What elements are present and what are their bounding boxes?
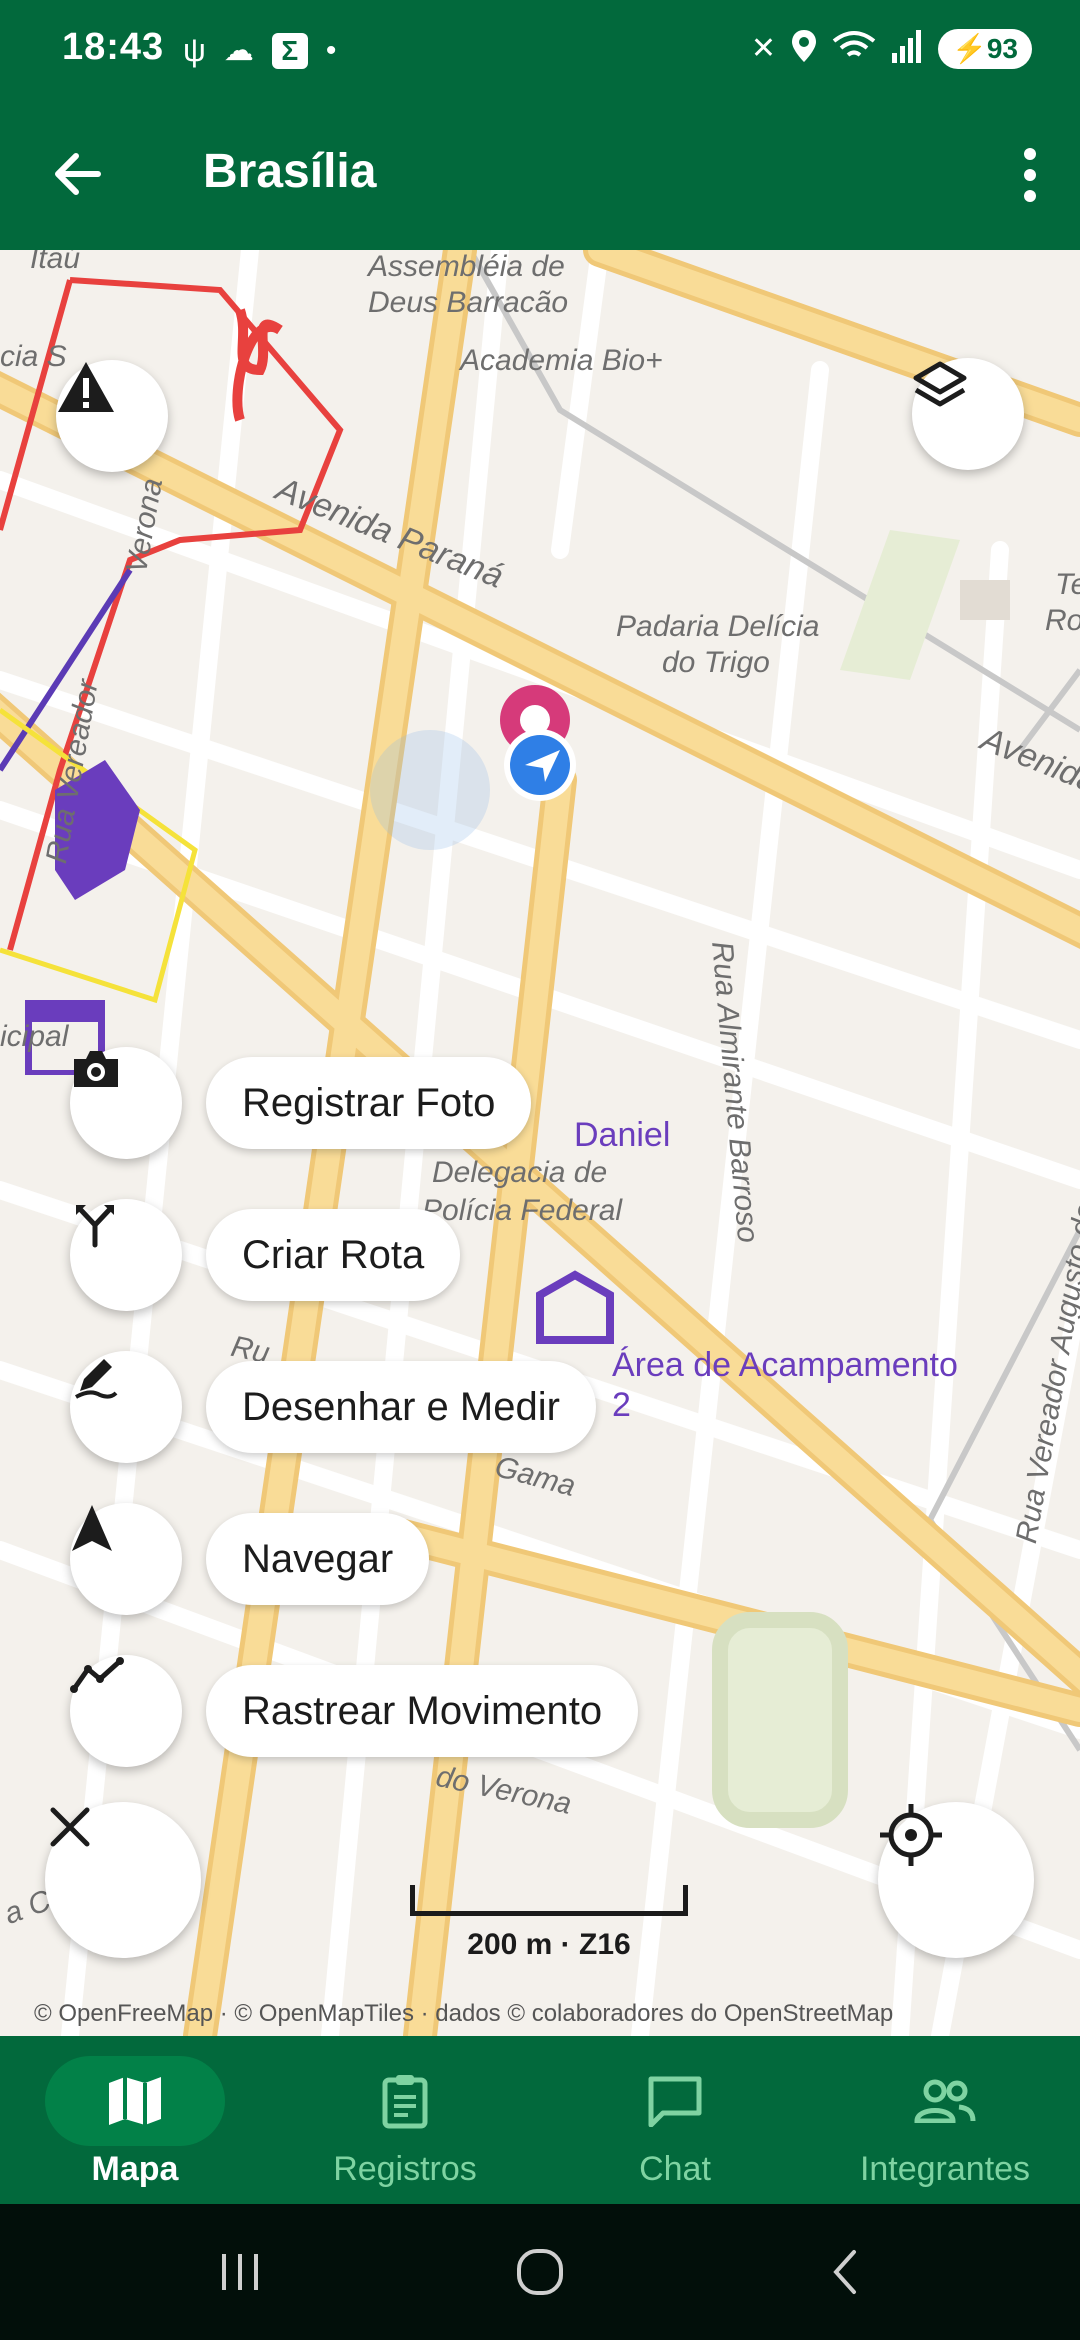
back-button[interactable] xyxy=(48,144,108,204)
nav-item-chat[interactable]: Chat xyxy=(540,2036,810,2204)
page-title: Brasília xyxy=(203,145,377,198)
status-bar: 18:43 ψ ☁ Σ • ✕ ⚡ 93 xyxy=(0,0,1080,100)
app-bar: Brasília xyxy=(0,100,1080,250)
arrow-left-icon xyxy=(55,153,101,195)
nav-item-mapa[interactable]: Mapa xyxy=(0,2036,270,2204)
nav-label-chat: Chat xyxy=(639,2150,711,2188)
system-back-button[interactable] xyxy=(816,2242,876,2302)
more-options-button[interactable] xyxy=(1000,140,1060,210)
track-line-icon[interactable] xyxy=(70,1655,182,1767)
nav-item-integrantes[interactable]: Integrantes xyxy=(810,2036,1080,2204)
nav-label-integrantes: Integrantes xyxy=(859,2150,1031,2188)
people-icon xyxy=(855,2056,1035,2146)
battery-level: 93 xyxy=(986,32,1018,64)
nav-item-registros[interactable]: Registros xyxy=(270,2036,540,2204)
rastrear-movimento-label[interactable]: Rastrear Movimento xyxy=(206,1665,639,1757)
map-label-assembleia: Assembléia de xyxy=(368,250,565,283)
menu-rastrear-movimento[interactable]: Rastrear Movimento xyxy=(70,1655,639,1767)
map-label-itau: Itaú xyxy=(30,250,81,275)
poi-label-area-acampamento-2[interactable]: 2 xyxy=(612,1386,631,1425)
desenhar-medir-label[interactable]: Desenhar e Medir xyxy=(206,1361,596,1453)
scale-label: 200 m · Z16 xyxy=(467,1928,631,1961)
draw-measure-icon[interactable] xyxy=(70,1351,182,1463)
status-system-icons: ✕ ⚡ 93 xyxy=(751,28,1032,69)
bottom-navigation: Mapa Registros Chat Integrantes xyxy=(0,2036,1080,2204)
menu-criar-rota[interactable]: Criar Rota xyxy=(70,1199,461,1311)
status-notification-icons: ψ ☁ Σ • xyxy=(183,32,336,69)
location-icon xyxy=(790,28,818,69)
vibrate-mute-icon: ✕ xyxy=(750,32,776,65)
map-label-te: Te xyxy=(1055,568,1080,601)
my-location-button[interactable] xyxy=(878,1802,1034,1958)
layers-icon xyxy=(913,361,967,407)
usb-icon: ψ xyxy=(183,32,206,68)
map-icon xyxy=(45,2056,225,2146)
map-attribution[interactable]: © OpenFreeMap · © OpenMapTiles · dados ©… xyxy=(34,2000,893,2028)
poi-label-daniel[interactable]: Daniel xyxy=(574,1116,670,1155)
menu-registrar-foto[interactable]: Registrar Foto xyxy=(70,1047,532,1159)
menu-navegar[interactable]: Navegar xyxy=(70,1503,430,1615)
status-time: 18:43 xyxy=(62,26,165,68)
signal-icon xyxy=(890,29,924,68)
wifi-icon xyxy=(832,29,876,68)
map-label-do-trigo: do Trigo xyxy=(662,646,770,679)
warning-icon xyxy=(58,362,114,412)
navegar-label[interactable]: Navegar xyxy=(206,1513,430,1605)
recent-apps-button[interactable] xyxy=(210,2242,270,2302)
criar-rota-label[interactable]: Criar Rota xyxy=(206,1209,461,1301)
chat-icon xyxy=(585,2056,765,2146)
dot-icon: • xyxy=(325,33,337,67)
scale-bar xyxy=(410,1885,688,1916)
more-vertical-icon xyxy=(1024,148,1036,202)
map-view[interactable]: Itaú Assembléia de Deus Barracão Academi… xyxy=(0,250,1080,2036)
clipboard-icon xyxy=(315,2056,495,2146)
chevron-left-icon xyxy=(833,2250,856,2294)
map-label-ro: Ro xyxy=(1045,604,1080,637)
crosshair-icon xyxy=(880,1804,942,1866)
home-button[interactable] xyxy=(510,2242,570,2302)
map-label-academia: Academia Bio+ xyxy=(460,344,663,377)
registrar-foto-label[interactable]: Registrar Foto xyxy=(206,1057,532,1149)
weather-icon: ☁ xyxy=(223,34,254,67)
home-icon xyxy=(517,2249,563,2295)
menu-desenhar-medir[interactable]: Desenhar e Medir xyxy=(70,1351,596,1463)
recents-icon xyxy=(222,2254,258,2290)
close-icon xyxy=(50,1807,90,1847)
nav-label-mapa: Mapa xyxy=(91,2150,179,2188)
poi-label-area-acampamento[interactable]: Área de Acampamento xyxy=(612,1346,958,1385)
navigation-arrow-icon[interactable] xyxy=(70,1503,182,1615)
route-split-icon[interactable] xyxy=(70,1199,182,1311)
close-menu-button[interactable] xyxy=(45,1802,201,1958)
map-label-deus-barracao: Deus Barracão xyxy=(368,286,569,319)
battery-indicator: ⚡ 93 xyxy=(937,28,1032,69)
layers-button[interactable] xyxy=(912,358,1024,470)
camera-icon[interactable] xyxy=(70,1047,182,1159)
alert-button[interactable] xyxy=(56,360,168,472)
sigma-app-icon: Σ xyxy=(271,32,308,69)
system-navigation-bar xyxy=(0,2204,1080,2340)
map-label-delegacia: Delegacia de xyxy=(432,1156,608,1189)
map-label-icipal: icipal xyxy=(0,1020,69,1053)
nav-label-registros: Registros xyxy=(333,2150,477,2188)
map-label-padaria: Padaria Delícia xyxy=(616,610,820,643)
